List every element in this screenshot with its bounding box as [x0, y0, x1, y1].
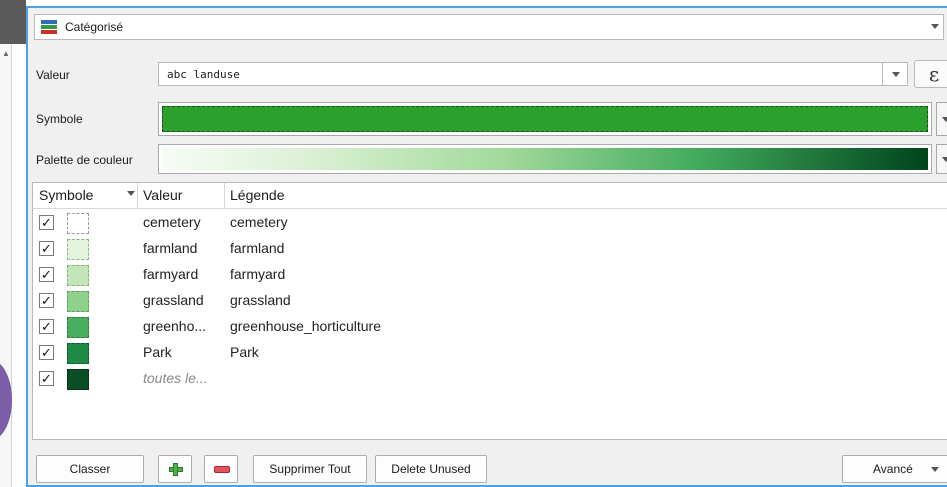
row-value: farmyard	[143, 266, 199, 282]
table-row[interactable]: ✓ toutes le...	[33, 367, 947, 393]
classer-button[interactable]: Classer	[36, 455, 144, 483]
left-dark-panel	[0, 0, 26, 44]
table-header: Symbole Valeur Légende	[33, 183, 947, 209]
symbol-swatch[interactable]	[67, 317, 89, 338]
symbol-preview	[162, 106, 928, 132]
valeur-field-text: abc landuse	[167, 68, 240, 81]
categories-table: Symbole Valeur Légende ✓ cemetery cemete…	[32, 182, 947, 440]
symbol-swatch[interactable]	[67, 265, 89, 286]
row-legend: Park	[230, 344, 259, 360]
row-value: toutes le...	[143, 370, 208, 386]
chevron-down-icon	[931, 24, 939, 29]
scroll-up-arrow-icon[interactable]: ▲	[0, 48, 12, 60]
row-checkbox[interactable]: ✓	[39, 215, 54, 230]
valeur-label: Valeur	[36, 68, 70, 82]
symbol-dropdown-button[interactable]	[936, 102, 947, 136]
symbology-panel: Catégorisé Valeur abc landuse ε Symbole …	[26, 6, 947, 487]
symbol-swatch[interactable]	[67, 369, 89, 390]
row-legend: cemetery	[230, 214, 288, 230]
row-legend: greenhouse_horticulture	[230, 318, 381, 334]
column-divider	[137, 183, 138, 209]
header-valeur[interactable]: Valeur	[143, 187, 182, 203]
row-checkbox[interactable]: ✓	[39, 267, 54, 282]
row-legend: grassland	[230, 292, 291, 308]
renderer-select[interactable]: Catégorisé	[34, 14, 944, 40]
row-value: cemetery	[143, 214, 201, 230]
minus-icon	[214, 466, 230, 473]
sort-arrow-icon	[127, 191, 135, 196]
chevron-down-icon	[942, 157, 947, 162]
avance-label: Avancé	[873, 462, 913, 476]
valeur-dropdown-button[interactable]	[882, 62, 908, 86]
add-category-button[interactable]	[158, 455, 192, 483]
table-row[interactable]: ✓ farmland farmland	[33, 237, 947, 263]
symbole-label: Symbole	[36, 112, 83, 126]
table-row[interactable]: ✓ grassland grassland	[33, 289, 947, 315]
remove-category-button[interactable]	[204, 455, 238, 483]
row-value: greenho...	[143, 318, 207, 334]
symbol-button[interactable]	[158, 102, 932, 136]
row-checkbox[interactable]: ✓	[39, 319, 54, 334]
valeur-field[interactable]: abc landuse	[158, 62, 891, 86]
delete-unused-button[interactable]: Delete Unused	[375, 455, 487, 483]
row-checkbox[interactable]: ✓	[39, 345, 54, 360]
expression-button[interactable]: ε	[914, 60, 947, 88]
row-checkbox[interactable]: ✓	[39, 241, 54, 256]
renderer-label: Catégorisé	[65, 20, 124, 34]
color-ramp-preview	[162, 148, 928, 170]
table-row[interactable]: ✓ greenho... greenhouse_horticulture	[33, 315, 947, 341]
supprimer-tout-button[interactable]: Supprimer Tout	[253, 455, 367, 483]
column-divider	[224, 183, 225, 209]
row-legend: farmland	[230, 240, 285, 256]
symbol-swatch[interactable]	[67, 239, 89, 260]
palette-label: Palette de couleur	[36, 153, 133, 167]
symbol-swatch[interactable]	[67, 213, 89, 234]
chevron-down-icon	[942, 117, 947, 122]
row-value: grassland	[143, 292, 204, 308]
symbol-swatch[interactable]	[67, 343, 89, 364]
table-row[interactable]: ✓ farmyard farmyard	[33, 263, 947, 289]
table-row[interactable]: ✓ Park Park	[33, 341, 947, 367]
row-checkbox[interactable]: ✓	[39, 371, 54, 386]
table-row[interactable]: ✓ cemetery cemetery	[33, 211, 947, 237]
header-legende[interactable]: Légende	[230, 187, 285, 203]
categorized-renderer-icon	[41, 20, 57, 34]
header-symbole[interactable]: Symbole	[39, 187, 93, 203]
symbol-swatch[interactable]	[67, 291, 89, 312]
row-checkbox[interactable]: ✓	[39, 293, 54, 308]
row-value: farmland	[143, 240, 198, 256]
color-ramp-dropdown-button[interactable]	[936, 144, 947, 174]
chevron-down-icon	[892, 72, 900, 77]
color-ramp-button[interactable]	[158, 144, 932, 174]
row-value: Park	[143, 344, 172, 360]
chevron-down-icon	[931, 467, 939, 472]
row-legend: farmyard	[230, 266, 286, 282]
avance-button[interactable]: Avancé	[842, 455, 947, 483]
